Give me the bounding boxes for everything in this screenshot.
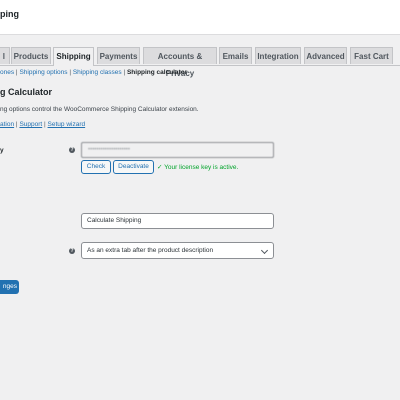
license-status: ✓ Your license key is active. xyxy=(157,164,239,171)
check-button[interactable]: Check xyxy=(81,160,111,174)
support-link[interactable]: Support xyxy=(19,121,42,128)
save-changes-button[interactable]: nges xyxy=(0,280,19,294)
documentation-link[interactable]: ation xyxy=(0,121,14,128)
shipping-subnav: ones | Shipping options | Shipping class… xyxy=(0,69,187,76)
setup-wizard-link[interactable]: Setup wizard xyxy=(48,121,86,128)
subnav-separator: | xyxy=(123,69,126,76)
help-icon[interactable]: ? xyxy=(69,248,75,254)
subnav-separator: | xyxy=(15,69,18,76)
subnav-separator: | xyxy=(69,69,72,76)
display-location-select[interactable]: As an extra tab after the product descri… xyxy=(81,242,274,259)
tab-shipping[interactable]: Shipping xyxy=(53,47,94,66)
button-text-input[interactable]: Calculate Shipping xyxy=(81,213,274,229)
license-key-label: y xyxy=(0,147,4,154)
subnav-shipping-options[interactable]: Shipping options xyxy=(19,69,67,76)
tab-advanced[interactable]: Advanced xyxy=(304,47,347,64)
help-icon[interactable]: ? xyxy=(69,147,75,153)
section-title: g Calculator xyxy=(0,87,53,97)
license-key-input[interactable]: •••••••••••••••••••• xyxy=(81,142,274,158)
top-bar: ping xyxy=(0,0,400,35)
subnav-shipping-classes[interactable]: Shipping classes xyxy=(73,69,122,76)
tab-payments[interactable]: Payments xyxy=(97,47,140,64)
tab-accounts-privacy[interactable]: Accounts & Privacy xyxy=(143,47,217,78)
tab-general[interactable]: l xyxy=(0,47,10,64)
tab-integration[interactable]: Integration xyxy=(255,47,301,64)
settings-tabs: l Products Shipping Payments Accounts & … xyxy=(0,47,400,78)
deactivate-button[interactable]: Deactivate xyxy=(113,160,154,174)
link-separator: | xyxy=(44,121,46,128)
chevron-down-icon xyxy=(260,246,269,255)
subnav-shipping-calculator[interactable]: Shipping calculator xyxy=(127,69,187,76)
tab-fast-cart[interactable]: Fast Cart xyxy=(350,47,393,64)
subnav-zones[interactable]: ones xyxy=(0,69,14,76)
section-links: ation | Support | Setup wizard xyxy=(0,121,85,128)
tab-products[interactable]: Products xyxy=(11,47,51,64)
link-separator: | xyxy=(15,121,18,128)
select-value: As an extra tab after the product descri… xyxy=(87,247,214,254)
page-title: ping xyxy=(0,9,19,19)
tab-emails[interactable]: Emails xyxy=(219,47,252,64)
section-description: ng options control the WooCommerce Shipp… xyxy=(0,106,199,113)
